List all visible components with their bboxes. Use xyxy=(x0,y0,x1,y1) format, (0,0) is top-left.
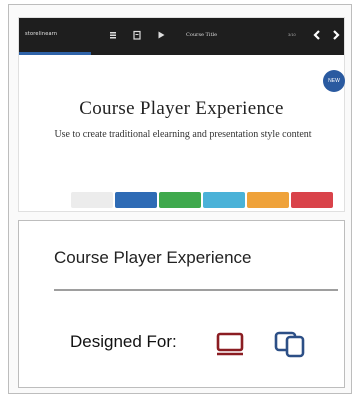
designed-for-label: Designed For: xyxy=(70,332,177,351)
player-course-title: Course Title xyxy=(186,32,218,38)
document-icon xyxy=(133,30,141,40)
template-title: Course Player Experience xyxy=(54,248,252,267)
color-swatch xyxy=(247,192,289,208)
template-preview[interactable]: storelinearn Course Title 3/10 NEW Cours… xyxy=(18,17,345,212)
color-swatch xyxy=(115,192,157,208)
desktop-icon xyxy=(216,332,244,356)
chevron-right-icon xyxy=(333,30,340,40)
player-toolbar: storelinearn Course Title 3/10 xyxy=(19,18,344,55)
color-swatch xyxy=(203,192,245,208)
color-swatches xyxy=(71,192,333,208)
new-badge: NEW xyxy=(323,70,345,92)
play-icon xyxy=(158,31,165,39)
player-progress-bar xyxy=(19,52,91,55)
slide-counter: 3/10 xyxy=(288,32,296,37)
chevron-left-icon xyxy=(313,30,320,40)
preview-title: Course Player Experience xyxy=(79,98,284,119)
template-info-panel: Course Player Experience Designed For: xyxy=(18,220,345,388)
template-card[interactable]: storelinearn Course Title 3/10 NEW Cours… xyxy=(8,4,352,394)
color-swatch xyxy=(71,192,113,208)
tablet-phone-icon xyxy=(274,331,305,358)
player-logo: storelinearn xyxy=(25,31,58,37)
preview-description: Use to create traditional elearning and … xyxy=(54,129,312,140)
color-swatch xyxy=(159,192,201,208)
color-swatch xyxy=(291,192,333,208)
title-divider xyxy=(54,289,338,291)
menu-icon xyxy=(110,32,116,39)
